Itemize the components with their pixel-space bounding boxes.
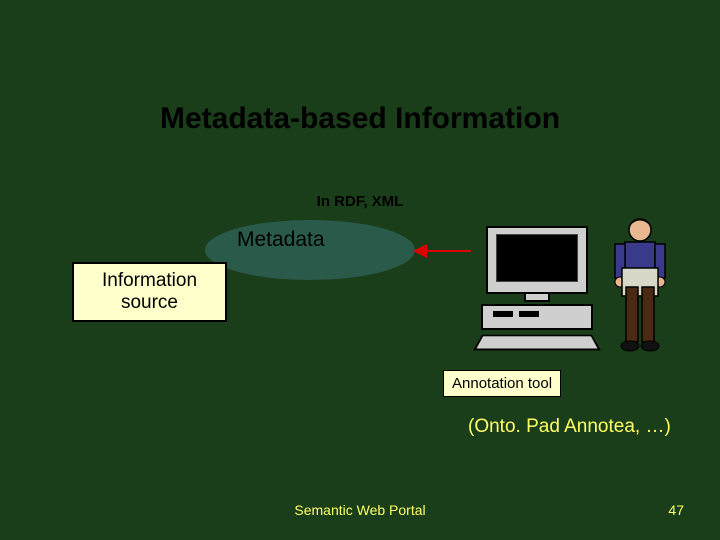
page-number: 47 <box>668 502 684 518</box>
information-source-box: Information source <box>72 262 227 322</box>
footer-title: Semantic Web Portal <box>0 502 720 518</box>
keyboard-icon <box>473 335 601 351</box>
cpu-icon <box>481 304 593 330</box>
metadata-label: Metadata <box>237 228 325 252</box>
monitor-icon <box>486 226 588 294</box>
arrow-left-icon <box>413 244 471 258</box>
computer-icon <box>477 226 597 351</box>
monitor-stand-icon <box>524 294 550 302</box>
examples-label: (Onto. Pad Annotea, …) <box>468 416 671 438</box>
screen-icon <box>496 234 578 282</box>
slide-title: Metadata-based Information <box>0 102 720 136</box>
information-source-label: Information source <box>102 270 197 314</box>
person-icon <box>610 216 670 366</box>
slide-subtitle: In RDF, XML <box>0 193 720 210</box>
annotation-tool-label: Annotation tool <box>443 370 561 397</box>
